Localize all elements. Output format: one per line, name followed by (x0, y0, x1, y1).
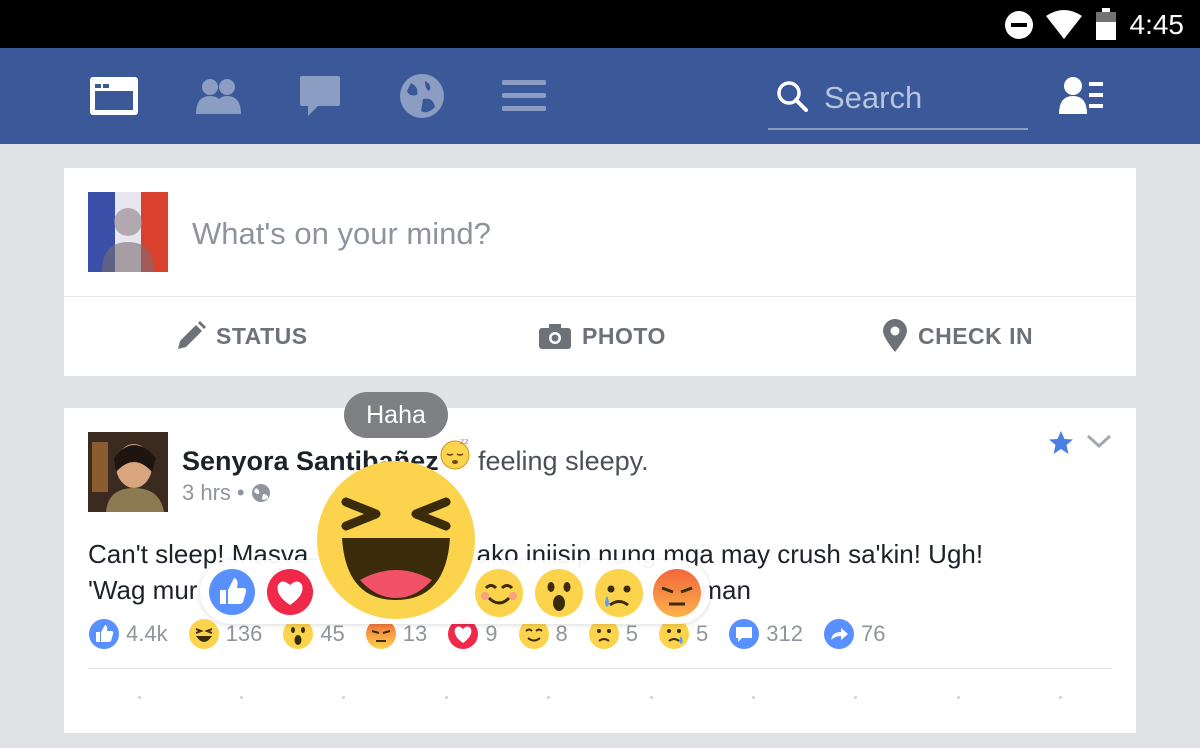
picker-sad-icon[interactable] (594, 568, 644, 618)
status-time: 4:45 (1129, 9, 1185, 40)
photo-button-label: PHOTO (582, 322, 666, 349)
menu-icon (502, 80, 546, 111)
public-globe-icon (251, 484, 270, 502)
picker-love-icon[interactable] (266, 568, 314, 616)
share-icon (824, 619, 854, 649)
friends-icon (196, 79, 241, 114)
angry-count-value: 13 (402, 621, 428, 646)
loading-dots (88, 696, 1112, 702)
author-photo (88, 432, 168, 512)
haha-icon (188, 619, 219, 649)
battery-icon (1096, 8, 1116, 40)
contacts-icon (1059, 77, 1103, 114)
messages-icon (300, 76, 340, 116)
nav-friends[interactable] (192, 72, 244, 120)
check-in-button-label: CHECK IN (918, 322, 1034, 349)
do-not-disturb-icon (1005, 11, 1033, 39)
haha-count-value: 136 (225, 621, 263, 646)
post-timestamp[interactable]: 3 hrs (182, 480, 231, 506)
status-button[interactable]: STATUS (176, 296, 308, 376)
picker-like-icon[interactable] (208, 568, 256, 616)
like-count[interactable]: 4.4k (88, 618, 168, 650)
reaction-tooltip: Haha (344, 392, 448, 438)
photo-button[interactable]: PHOTO (538, 296, 666, 376)
search-placeholder: Search (824, 80, 923, 115)
picker-yay-icon[interactable] (474, 568, 524, 618)
love-count-value: 9 (485, 621, 498, 646)
svg-text:zz: zz (460, 437, 468, 446)
post-divider (88, 668, 1112, 669)
picker-wow-icon[interactable] (534, 568, 584, 618)
wifi-icon (1046, 10, 1082, 39)
comment-count[interactable]: 312 (728, 618, 803, 650)
nav-menu[interactable] (498, 72, 550, 120)
picker-angry-icon[interactable] (652, 568, 702, 618)
nav-contacts[interactable] (1056, 72, 1108, 120)
meta-separator: • (236, 480, 245, 505)
top-nav-bar: Search (0, 48, 1200, 144)
wow-count-value: 45 (320, 621, 345, 646)
post-author-avatar[interactable] (88, 432, 168, 512)
nav-notifications[interactable] (396, 72, 448, 120)
post-feeling: feeling sleepy. (478, 446, 649, 476)
yay-count-value: 8 (555, 621, 568, 646)
composer-prompt[interactable]: What's on your mind? (192, 216, 491, 252)
like-count-value: 4.4k (126, 621, 168, 646)
favorite-star-icon[interactable] (1048, 430, 1074, 456)
status-button-label: STATUS (216, 322, 308, 349)
check-in-button[interactable]: CHECK IN (882, 296, 1033, 376)
news-feed-icon (90, 77, 138, 115)
post-meta: 3 hrs • (182, 480, 271, 506)
user-avatar[interactable] (88, 192, 168, 272)
picker-haha-icon-hovered[interactable] (316, 460, 476, 620)
camera-icon (539, 324, 571, 349)
like-icon (89, 619, 119, 649)
status-composer: What's on your mind? STATUS PHOTO CHECK … (64, 168, 1136, 376)
chevron-down-icon[interactable] (1086, 432, 1112, 452)
profile-photo (88, 192, 168, 272)
search-icon (777, 81, 808, 112)
search-input[interactable]: Search (768, 72, 1028, 130)
sad-count-value: 5 (696, 621, 709, 646)
comment-count-value: 312 (766, 621, 803, 646)
comment-icon (729, 619, 760, 649)
nav-news-feed[interactable] (88, 72, 140, 120)
status-bar: 4:45 (0, 0, 1200, 48)
post-body-line2-start: 'Wag mur (88, 575, 198, 605)
sad-face-count-value: 5 (625, 621, 639, 646)
share-count[interactable]: 76 (823, 618, 885, 650)
share-count-value: 76 (861, 621, 886, 646)
pencil-icon (178, 321, 206, 349)
nav-messages[interactable] (294, 72, 346, 120)
notifications-globe-icon (400, 74, 444, 118)
location-pin-icon (883, 319, 907, 352)
